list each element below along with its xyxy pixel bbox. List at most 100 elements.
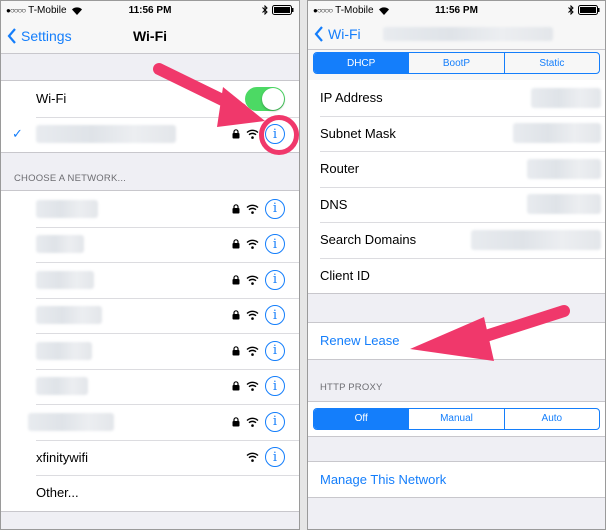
- lock-icon: [232, 381, 240, 391]
- wifi-settings-screen: ●○○○○ T-Mobile 11:56 PM Settings Wi-Fi W…: [0, 0, 300, 530]
- bluetooth-icon: [262, 5, 268, 15]
- chevron-left-icon: [7, 28, 16, 44]
- network-row[interactable]: i: [1, 368, 299, 405]
- bluetooth-icon: [568, 5, 574, 15]
- choose-network-header: CHOOSE A NETWORK...: [14, 173, 127, 184]
- wifi-icon: [246, 417, 259, 427]
- carrier-label: T-Mobile: [28, 4, 67, 16]
- http-proxy-header: HTTP PROXY: [320, 381, 383, 393]
- ip-fields-group: IP Address Subnet Mask Router DNS Search Dom…: [308, 80, 605, 294]
- field-value-redacted: [527, 158, 601, 179]
- signal-strength-icon: ●○○○○: [6, 5, 26, 15]
- renew-lease-button[interactable]: Renew Lease: [308, 323, 605, 359]
- network-detail-screen: ●○○○○ T-Mobile 11:56 PM Wi-Fi DHCP BootP S…: [307, 0, 606, 530]
- manage-network-label: Manage This Network: [320, 471, 447, 487]
- field-value-redacted: [527, 194, 601, 215]
- wifi-icon: [246, 204, 259, 214]
- field-row-router: Router: [308, 151, 605, 187]
- lock-icon: [232, 416, 240, 427]
- field-label: Router: [320, 161, 360, 177]
- lock-icon: [232, 274, 240, 285]
- wifi-icon: [246, 452, 259, 463]
- renew-lease-group: Renew Lease: [308, 322, 605, 360]
- lock-icon: [232, 239, 240, 249]
- segment-dhcp[interactable]: DHCP: [314, 53, 409, 73]
- network-row[interactable]: i: [1, 333, 299, 369]
- back-button[interactable]: Wi-Fi: [308, 26, 361, 42]
- info-icon[interactable]: i: [265, 411, 285, 432]
- segment-auto[interactable]: Auto: [503, 408, 599, 429]
- wifi-icon: [246, 310, 259, 321]
- lock-icon: [232, 310, 240, 320]
- segment-static[interactable]: Static: [503, 53, 599, 73]
- wifi-icon: [246, 275, 259, 285]
- field-label: Search Domains: [320, 232, 417, 248]
- field-label: Subnet Mask: [320, 125, 396, 141]
- network-name: xfinitywifi: [36, 449, 89, 465]
- network-name-redacted: [28, 412, 114, 431]
- wifi-icon: [246, 239, 259, 250]
- network-row[interactable]: i: [1, 404, 299, 440]
- wifi-toggle-row: Wi-Fi: [1, 81, 299, 117]
- info-icon[interactable]: i: [265, 340, 285, 361]
- wifi-icon: [246, 346, 259, 356]
- manage-network-button[interactable]: Manage This Network: [308, 462, 605, 498]
- manage-network-group: Manage This Network: [308, 460, 605, 498]
- info-icon[interactable]: i: [265, 234, 285, 255]
- other-network-row[interactable]: Other...: [1, 475, 299, 511]
- wifi-toggle[interactable]: [245, 86, 285, 111]
- status-bar: ●○○○○ T-Mobile 11:56 PM: [308, 1, 605, 19]
- lock-icon: [232, 345, 240, 356]
- info-icon[interactable]: i: [265, 376, 285, 397]
- status-bar: ●○○○○ T-Mobile 11:56 PM: [1, 1, 299, 19]
- chevron-left-icon: [314, 26, 323, 42]
- back-button[interactable]: Settings: [1, 28, 72, 44]
- info-icon[interactable]: i: [265, 447, 285, 468]
- network-name-redacted: [36, 377, 88, 396]
- battery-icon: [578, 5, 600, 15]
- field-row-dns: DNS: [308, 186, 605, 223]
- segment-manual[interactable]: Manual: [408, 408, 503, 429]
- field-label: IP Address: [320, 90, 383, 106]
- segment-bootp[interactable]: BootP: [408, 53, 503, 73]
- other-network-label: Other...: [36, 485, 79, 501]
- field-label: Client ID: [320, 267, 370, 283]
- info-icon[interactable]: i: [265, 198, 285, 219]
- network-name-redacted: [36, 125, 176, 144]
- wifi-icon: [246, 129, 259, 140]
- network-row[interactable]: i: [1, 262, 299, 298]
- network-name-redacted: [36, 341, 92, 360]
- connected-network-row[interactable]: ✓ i: [1, 116, 299, 153]
- field-row-subnet-mask: Subnet Mask: [308, 115, 605, 152]
- field-row-ip-address: IP Address: [308, 80, 605, 116]
- proxy-mode-segmented-control[interactable]: Off Manual Auto: [313, 407, 600, 430]
- wifi-icon: [246, 381, 259, 392]
- wifi-icon: [71, 6, 82, 15]
- network-row[interactable]: i: [1, 191, 299, 227]
- network-name-redacted: [36, 270, 94, 289]
- ip-mode-segmented-control[interactable]: DHCP BootP Static: [313, 52, 600, 74]
- field-label: DNS: [320, 196, 348, 212]
- navigation-bar: Settings Wi-Fi: [1, 19, 299, 54]
- current-network-group: Wi-Fi ✓ i: [1, 80, 299, 153]
- network-list: i i i i i i i xfinitywifi i Other...: [1, 190, 299, 512]
- field-row-client-id: Client ID: [308, 257, 605, 294]
- network-row[interactable]: i: [1, 226, 299, 263]
- lock-icon: [232, 203, 240, 214]
- network-row[interactable]: i: [1, 297, 299, 334]
- carrier-label: T-Mobile: [335, 4, 374, 16]
- field-value-redacted: [513, 123, 601, 144]
- proxy-group: Off Manual Auto: [308, 400, 605, 437]
- back-label: Wi-Fi: [328, 26, 361, 42]
- field-row-search-domains: Search Domains: [308, 222, 605, 258]
- info-icon[interactable]: i: [265, 269, 285, 290]
- field-value-redacted: [471, 229, 601, 250]
- wifi-toggle-label: Wi-Fi: [36, 91, 67, 107]
- segment-off[interactable]: Off: [314, 408, 409, 429]
- network-row[interactable]: xfinitywifi i: [1, 439, 299, 476]
- back-label: Settings: [21, 28, 72, 44]
- network-title-redacted: [383, 27, 553, 41]
- info-icon[interactable]: i: [265, 124, 285, 145]
- wifi-icon: [378, 6, 389, 15]
- info-icon[interactable]: i: [265, 305, 285, 326]
